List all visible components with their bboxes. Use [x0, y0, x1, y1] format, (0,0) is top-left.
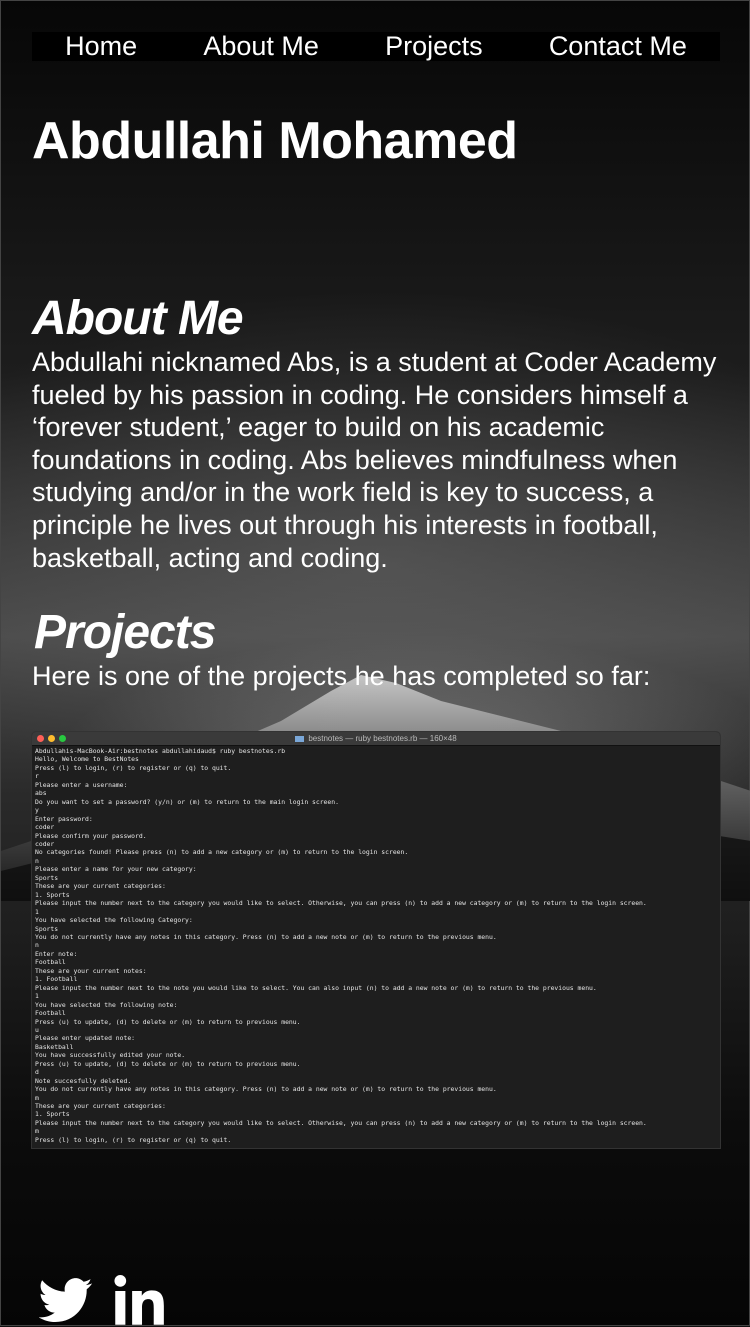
about-section: About Me Abdullahi nicknamed Abs, is a s…	[32, 291, 722, 574]
twitter-icon[interactable]	[39, 1273, 93, 1327]
about-heading: About Me	[32, 292, 244, 345]
terminal-line: Sports	[35, 924, 59, 933]
terminal-line: Abdullahis-MacBook-Air:bestnotes abdulla…	[35, 747, 286, 755]
main-navigation: Home About Me Projects Contact Me	[32, 32, 720, 61]
terminal-line: Hello, Welcome to BestNotes	[35, 755, 139, 764]
terminal-line: r	[35, 772, 39, 781]
projects-heading: Projects	[34, 606, 216, 659]
nav-about-me-link[interactable]: About Me	[203, 32, 319, 61]
terminal-line: Press (l) to login, (r) to register or (…	[35, 763, 232, 772]
social-links	[39, 1273, 167, 1327]
terminal-line: Enter note:	[35, 949, 78, 958]
terminal-title: bestnotes — ruby bestnotes.rb — 160×48	[308, 734, 457, 743]
projects-section: Projects Here is one of the projects he …	[32, 605, 724, 692]
terminal-line: Note succesfully deleted.	[35, 1076, 132, 1085]
terminal-line: 1. Football	[35, 975, 78, 984]
terminal-line: Please input the number next to the cate…	[35, 1118, 647, 1127]
terminal-line: Football	[35, 958, 66, 967]
terminal-line: y	[35, 806, 39, 815]
terminal-line: Press (u) to update, (d) to delete or (m…	[35, 1059, 301, 1068]
terminal-line: Please confirm your password.	[35, 831, 147, 840]
terminal-line: coder	[35, 823, 55, 832]
terminal-line: u	[35, 1025, 39, 1034]
terminal-output: Abdullahis-MacBook-Air:bestnotes abdulla…	[32, 746, 720, 1145]
terminal-line: n	[35, 856, 39, 865]
terminal-line: coder	[35, 839, 55, 848]
terminal-line: Please enter updated note:	[35, 1034, 136, 1043]
terminal-line: Enter password:	[35, 814, 93, 823]
terminal-line: d	[35, 1068, 39, 1077]
terminal-line: These are your current categories:	[35, 882, 166, 891]
terminal-line: Please input the number next to the cate…	[35, 899, 647, 908]
terminal-line: n	[35, 941, 39, 950]
terminal-line: These are your current categories:	[35, 1102, 166, 1111]
terminal-line: You do not currently have any notes in t…	[35, 932, 497, 941]
terminal-line: abs	[35, 789, 47, 798]
terminal-line: Basketball	[35, 1042, 74, 1051]
terminal-line: 1	[35, 992, 39, 1001]
terminal-line: Please enter a username:	[35, 780, 128, 789]
terminal-line: Press (l) to login, (r) to register or (…	[35, 1135, 232, 1144]
page-title: Abdullahi Mohamed	[32, 112, 518, 170]
linkedin-icon[interactable]	[113, 1273, 167, 1327]
terminal-line: Please input the number next to the note…	[35, 983, 597, 992]
terminal-line: m	[35, 1093, 39, 1102]
nav-contact-me-link[interactable]: Contact Me	[549, 32, 687, 61]
terminal-line: Sports	[35, 873, 59, 882]
terminal-line: 1. Sports	[35, 890, 70, 899]
projects-intro: Here is one of the projects he has compl…	[32, 661, 651, 691]
terminal-line: You have selected the following note:	[35, 1000, 178, 1009]
terminal-line: You have selected the following Category…	[35, 916, 193, 925]
terminal-line: Please enter a name for your new categor…	[35, 865, 197, 874]
terminal-line: Football	[35, 1009, 66, 1018]
terminal-line: Press (u) to update, (d) to delete or (m…	[35, 1017, 301, 1026]
terminal-line: These are your current notes:	[35, 966, 147, 975]
project-terminal-screenshot: bestnotes — ruby bestnotes.rb — 160×48 A…	[32, 732, 720, 1148]
terminal-line: m	[35, 1127, 39, 1136]
folder-icon	[295, 735, 305, 742]
terminal-line: Do you want to set a password? (y/n) or …	[35, 797, 339, 806]
nav-home-link[interactable]: Home	[65, 32, 137, 61]
terminal-line: 1. Sports	[35, 1110, 70, 1119]
terminal-line: You have successfully edited your note.	[35, 1051, 186, 1060]
terminal-line: No categories found! Please press (n) to…	[35, 848, 409, 857]
terminal-titlebar: bestnotes — ruby bestnotes.rb — 160×48	[32, 732, 720, 746]
terminal-line: You do not currently have any notes in t…	[35, 1085, 497, 1094]
page-background: Home About Me Projects Contact Me Abdull…	[0, 0, 750, 1326]
about-text: Abdullahi nicknamed Abs, is a student at…	[32, 347, 717, 573]
nav-projects-link[interactable]: Projects	[385, 32, 483, 61]
terminal-line: 1	[35, 907, 39, 916]
